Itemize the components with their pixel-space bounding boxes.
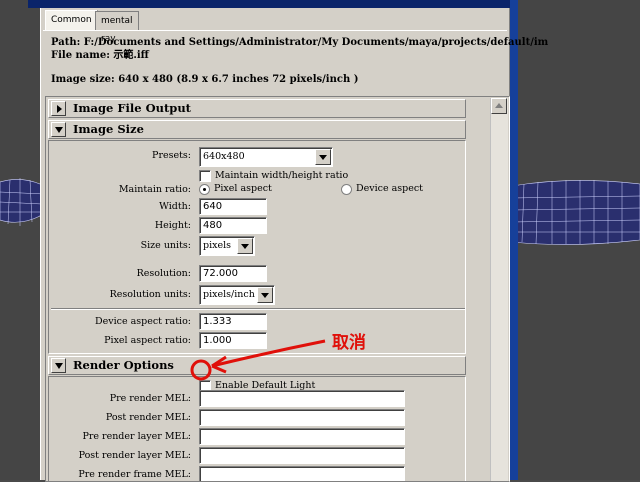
annotation-arrow: [190, 339, 326, 381]
annotation-label: 取消: [332, 333, 366, 353]
